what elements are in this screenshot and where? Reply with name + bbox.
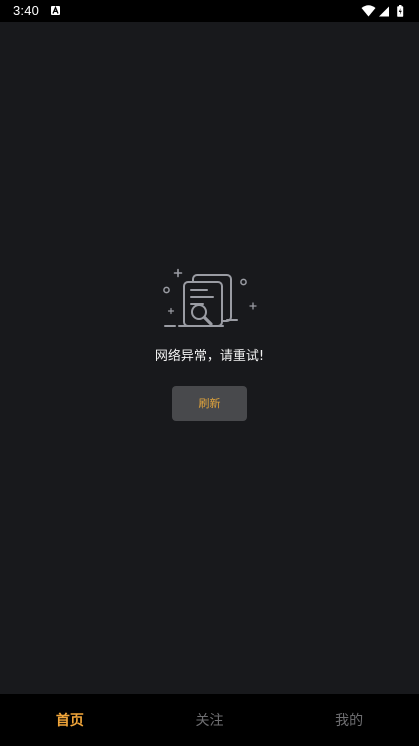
status-time: 3:40 bbox=[13, 3, 40, 18]
battery-icon bbox=[397, 5, 404, 17]
tab-following[interactable]: 关注 bbox=[140, 694, 280, 746]
refresh-button[interactable]: 刷新 bbox=[172, 386, 247, 421]
tab-mine[interactable]: 我的 bbox=[279, 694, 419, 746]
cell-signal-icon bbox=[379, 6, 389, 17]
status-icons bbox=[361, 4, 407, 18]
a-box-icon bbox=[51, 6, 60, 15]
main-content: 网络异常，请重试! 刷新 bbox=[0, 22, 419, 694]
error-message: 网络异常，请重试! bbox=[154, 349, 265, 364]
wifi-icon bbox=[361, 5, 376, 17]
document-search-icon bbox=[161, 268, 259, 334]
app-screen: 3:40 网络异常，请重试! 刷新 首页 关注 我的 bbox=[0, 0, 419, 746]
bottom-nav: 首页 关注 我的 bbox=[0, 694, 419, 746]
tab-home[interactable]: 首页 bbox=[0, 694, 140, 746]
status-bar: 3:40 bbox=[0, 0, 419, 22]
